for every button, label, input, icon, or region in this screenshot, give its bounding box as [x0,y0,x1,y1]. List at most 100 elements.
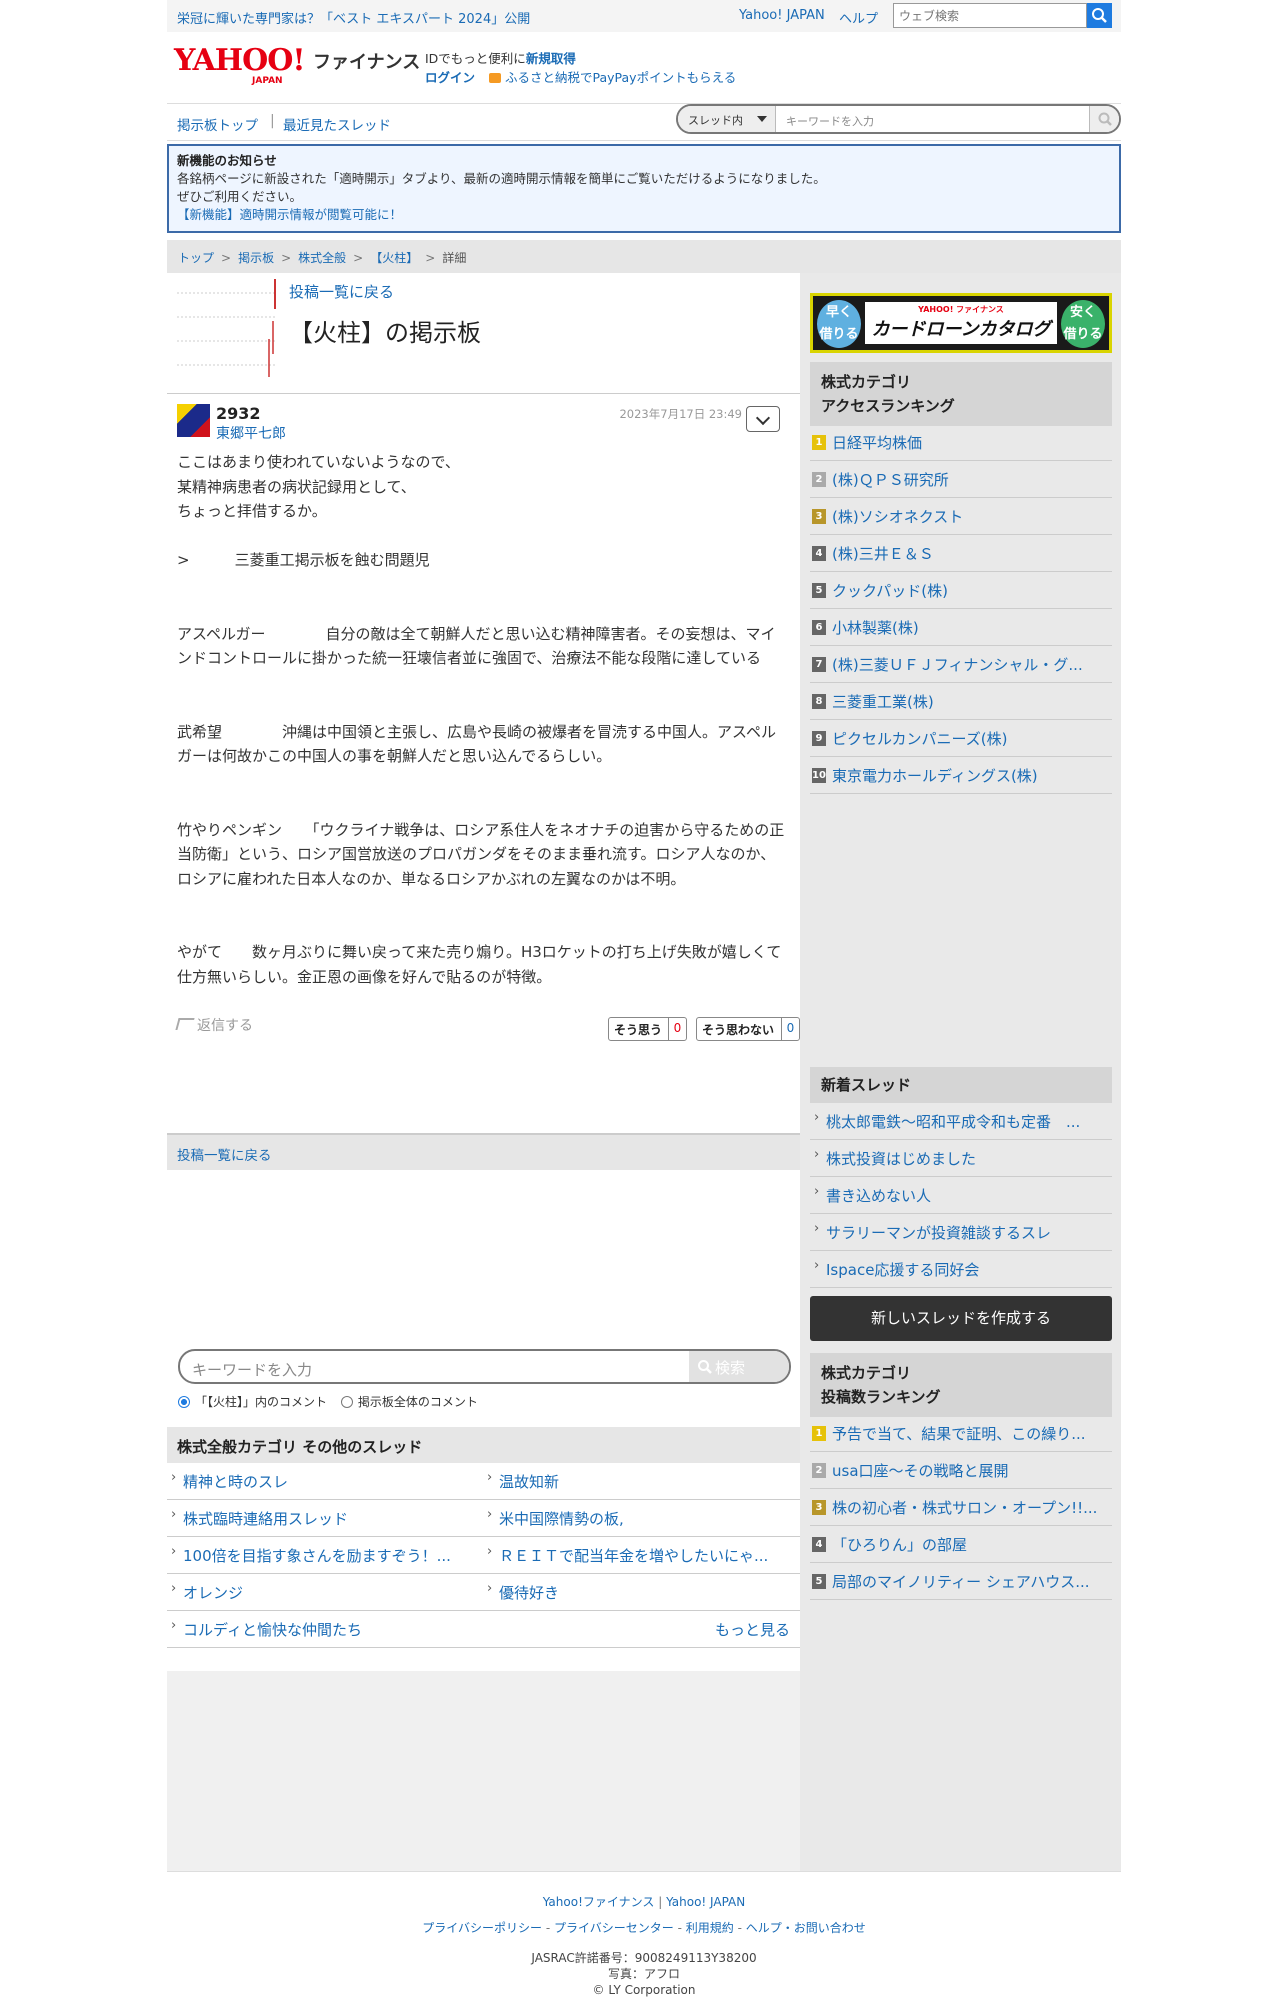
footer-link[interactable]: ヘルプ・お問い合わせ [746,1921,866,1935]
notice-text: ぜひご利用ください。 [177,189,303,204]
ranking-item[interactable]: 8 三菱重工業(株) [810,683,1112,720]
post-date: 2023年7月17日 23:49 [619,407,742,421]
post-number: 2932 [216,404,261,423]
radio-all-comments[interactable] [340,1396,353,1408]
list-item[interactable]: オレンジ [167,1574,483,1611]
signup-link[interactable]: 新規取得 [526,51,576,66]
thread-search-box: スレッド内 キーワードを入力 [676,104,1121,134]
login-link[interactable]: ログイン [425,70,475,85]
post-item: 2932 東郷平七郎 2023年7月17日 23:49 ここはあまり使われていな… [167,394,800,1067]
footer-link[interactable]: 利用規約 [686,1921,734,1935]
thread-search-button[interactable] [1089,106,1119,132]
ranking-item[interactable]: 3 (株)ソシオネクスト [810,498,1112,535]
agree-count: 0 [668,1018,686,1040]
help-link[interactable]: ヘルプ [839,8,878,27]
search-scope-radios: 「【火柱】」内のコメント 掲示板全体のコメント [178,1393,478,1410]
list-item[interactable]: コルディと愉快な仲間たち [167,1611,483,1648]
search-icon [698,1360,712,1374]
post-header: 2932 東郷平七郎 2023年7月17日 23:49 [177,404,790,448]
footer-link[interactable]: Yahoo! JAPAN [666,1895,745,1909]
post-username[interactable]: 東郷平七郎 [216,423,286,443]
breadcrumb-top[interactable]: トップ [178,251,214,265]
jasrac-text: JASRAC許諾番号：9008249113Y38200 [531,1951,757,1965]
main-column: 投稿一覧に戻る 【火柱】の掲示板 2932 東郷平七郎 2023年7月17日 2… [167,273,800,1067]
reply-button[interactable]: 返信する [175,1015,253,1035]
disagree-button[interactable]: そう思わない 0 [696,1017,800,1041]
list-item[interactable]: 優待好き [483,1574,800,1611]
ranking-item[interactable]: 4 「ひろりん」の部屋 [810,1526,1112,1563]
ranking-item[interactable]: 2 usa口座〜その戦略と展開 [810,1452,1112,1489]
ranking-item[interactable]: 5 クックパッド(株) [810,572,1112,609]
avatar[interactable] [177,404,210,437]
ranking-item[interactable]: 7 (株)三菱ＵＦＪフィナンシャル・グ... [810,646,1112,683]
ranking-item[interactable]: 4 (株)三井Ｅ＆Ｓ [810,535,1112,572]
breadcrumb: トップ > 掲示板 > 株式全般 > 【火柱】 > 詳細 [167,240,1121,273]
list-item[interactable]: 書き込めない人 [810,1177,1112,1214]
list-item[interactable]: 桃太郎電鉄〜昭和平成令和も定番 ... [810,1103,1112,1140]
agree-button[interactable]: そう思う 0 [608,1017,687,1041]
search-scope-select[interactable]: スレッド内 [678,106,776,132]
post-menu-button[interactable] [746,406,780,432]
footer-link[interactable]: Yahoo!ファイナンス [543,1895,655,1909]
ranking-item[interactable]: 9 ピクセルカンパニーズ(株) [810,720,1112,757]
yahoo-logo[interactable]: YAHOO! JAPAN [174,46,314,87]
create-thread-button[interactable]: 新しいスレッドを作成する [810,1296,1112,1341]
other-threads: 株式全般カテゴリ その他のスレッド 精神と時のスレ 温故知新 株式臨時連絡用スレ… [167,1427,800,1648]
more-threads-link[interactable]: もっと見る [483,1611,800,1648]
ranking-item[interactable]: 5 局部のマイノリティー シェアハウス... [810,1563,1112,1600]
service-name[interactable]: ファイナンス [313,48,420,74]
breadcrumb-board[interactable]: 掲示板 [238,251,274,265]
footer-link[interactable]: プライバシーポリシー [422,1921,542,1935]
recent-threads-link[interactable]: 最近見たスレッド [283,114,391,134]
web-search-button[interactable] [1087,3,1112,28]
ranking-item[interactable]: 3 株の初心者・株式サロン・オープン!!... [810,1489,1112,1526]
web-search-input[interactable] [893,3,1087,28]
feature-notice: 新機能のお知らせ 各銘柄ページに新設された「適時開示」タブより、最新の適時開示情… [167,144,1121,233]
ranking-item[interactable]: 1 日経平均株価 [810,424,1112,461]
breadcrumb-category[interactable]: 株式全般 [298,251,346,265]
dropdown-arrow-icon [757,116,767,122]
ranking-item[interactable]: 2 (株)ＱＰＳ研究所 [810,461,1112,498]
back-to-list-bottom-link[interactable]: 投稿一覧に戻る [167,1133,800,1170]
promo-link[interactable]: 栄冠に輝いた専門家は？「ベスト エキスパート 2024」公開 [177,8,530,27]
disagree-count: 0 [781,1018,799,1040]
breadcrumb-current: 詳細 [442,251,467,265]
radio-thread-comments[interactable] [178,1396,190,1408]
comment-search-button[interactable]: 検索 [689,1351,789,1382]
post-actions: 返信する そう思う 0 そう思わない 0 [175,1007,800,1067]
ranking-item[interactable]: 1 予告で当て、結果で証明、この繰り... [810,1415,1112,1452]
list-item[interactable]: サラリーマンが投資雑談するスレ [810,1214,1112,1251]
back-to-list-link[interactable]: 投稿一覧に戻る [289,281,394,302]
comment-search-box: キーワードを入力 検索 [178,1349,791,1384]
furusato-link[interactable]: ふるさと納税でPayPayポイントもらえる [505,70,736,85]
copyright: © LY Corporation [592,1983,696,1997]
yahoo-japan-link[interactable]: Yahoo! JAPAN [739,8,825,23]
post-ranking-list: 1 予告で当て、結果で証明、この繰り... 2 usa口座〜その戦略と展開 3 株の初… [810,1415,1112,1600]
list-item[interactable]: 100倍を目指す象さんを励ますぞう！... [167,1537,483,1574]
search-icon [1092,8,1107,23]
banner-badge-right: 安く 借りる [1061,300,1105,348]
list-item[interactable]: 精神と時のスレ [167,1463,483,1500]
list-item[interactable]: ＲＥＩＴで配当年金を増やしたいにゃ... [483,1537,800,1574]
footer-link[interactable]: プライバシーセンター [554,1921,674,1935]
notice-title: 新機能のお知らせ [177,153,277,168]
nav-separator: | [270,113,275,129]
card-loan-banner[interactable]: 早く 借りる YAHOO! ファイナンス カードローンカタログ 安く 借りる [810,293,1112,353]
notice-text: 各銘柄ページに新設された「適時開示」タブより、最新の適時開示情報を簡単にご覧いた… [177,171,826,186]
board-nav: 掲示板トップ | 最近見たスレッド スレッド内 キーワードを入力 [167,103,1121,141]
list-item[interactable]: 温故知新 [483,1463,800,1500]
comment-search-input[interactable]: キーワードを入力 [192,1359,312,1380]
list-item[interactable]: 株式臨時連絡用スレッド [167,1500,483,1537]
ranking-item[interactable]: 10 東京電力ホールディングス(株) [810,757,1112,794]
board-top-link[interactable]: 掲示板トップ [177,114,258,134]
list-item[interactable]: 株式投資はじめました [810,1140,1112,1177]
notice-link[interactable]: 【新機能】適時開示情報が閲覧可能に！ [177,206,1111,224]
footer: Yahoo!ファイナンス | Yahoo! JAPAN プライバシーポリシー -… [167,1871,1121,1998]
list-item[interactable]: Ispace応援する同好会 [810,1251,1112,1288]
chevron-down-icon [755,410,771,426]
ranking-item[interactable]: 6 小林製薬(株) [810,609,1112,646]
list-item[interactable]: 米中国際情勢の板, [483,1500,800,1537]
thread-search-input[interactable]: キーワードを入力 [786,113,874,129]
breadcrumb-thread[interactable]: 【火柱】 [370,251,418,265]
search-icon [1098,112,1112,126]
